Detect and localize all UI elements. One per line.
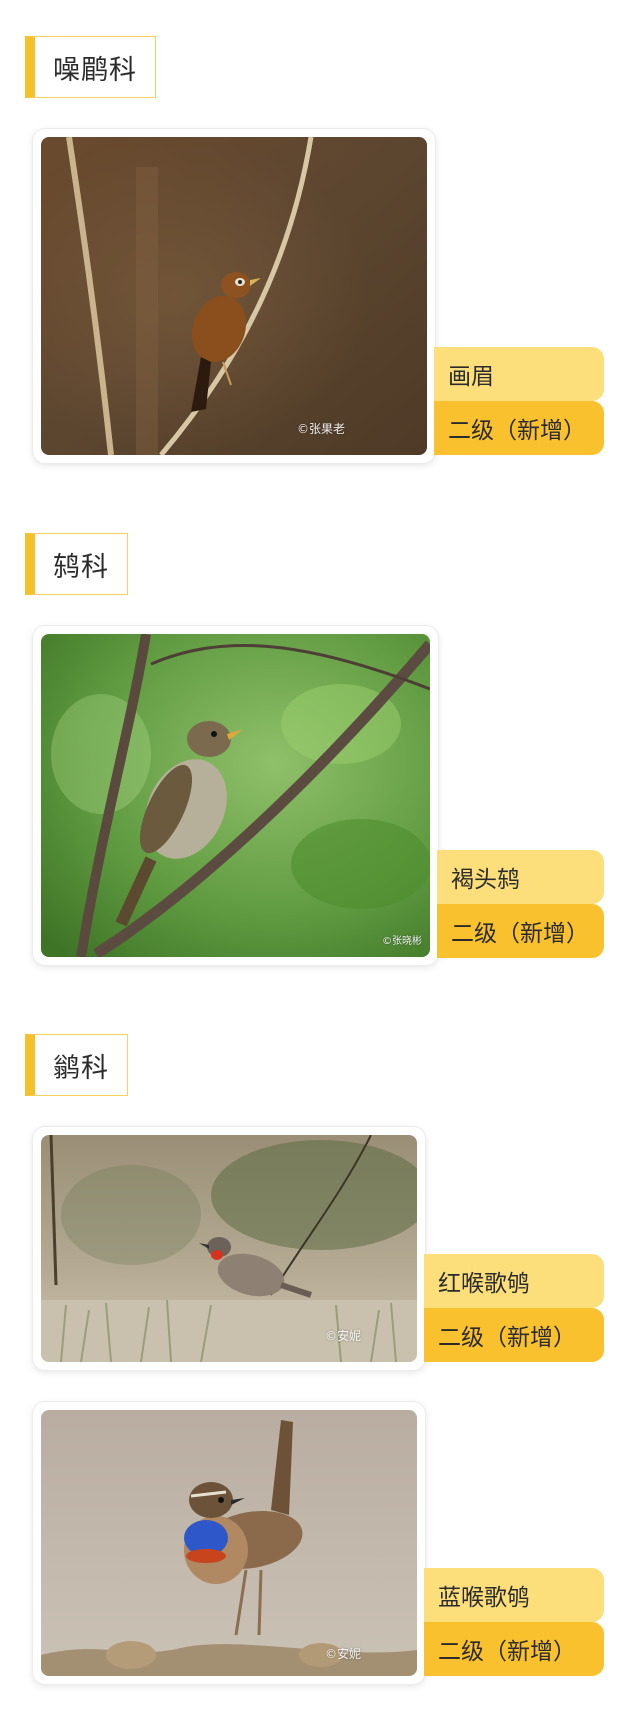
- protection-level: 二级（新增）: [438, 1325, 576, 1351]
- photo-credit: ©张果老: [296, 422, 345, 436]
- family-title: 噪鹛科: [53, 54, 137, 86]
- bird-photo-card[interactable]: ©张果老: [33, 129, 435, 463]
- bird-photo: ©安妮: [41, 1410, 417, 1676]
- bird-photo-card[interactable]: ©安妮: [33, 1127, 425, 1370]
- bird-photo: ©安妮: [41, 1135, 417, 1362]
- protection-level: 二级（新增）: [451, 921, 589, 947]
- family-title: 鸫科: [53, 551, 109, 583]
- bird-name-tag: 褐头鸫: [437, 850, 604, 904]
- protection-level-tag: 二级（新增）: [424, 1622, 604, 1676]
- family-header: 鸫科: [25, 533, 128, 595]
- bird-name-tag: 画眉: [434, 347, 604, 401]
- photo-credit: ©安妮: [324, 1329, 361, 1343]
- protection-level-tag: 二级（新增）: [434, 401, 604, 455]
- bird-name-tag: 蓝喉歌鸲: [424, 1568, 604, 1622]
- family-header: 噪鹛科: [25, 36, 156, 98]
- bird-name: 红喉歌鸲: [438, 1271, 530, 1297]
- bird-photo-card[interactable]: ©安妮: [33, 1402, 425, 1684]
- protection-level-tag: 二级（新增）: [437, 904, 604, 958]
- bird-name: 褐头鸫: [451, 867, 520, 893]
- photo-credit: ©安妮: [324, 1647, 361, 1661]
- bird-name-tag: 红喉歌鸲: [424, 1254, 604, 1308]
- bird-name: 画眉: [448, 364, 494, 390]
- protection-level-tag: 二级（新增）: [424, 1308, 604, 1362]
- family-header: 鹟科: [25, 1034, 128, 1096]
- protection-level: 二级（新增）: [448, 418, 586, 444]
- bird-name: 蓝喉歌鸲: [438, 1585, 530, 1611]
- protection-level: 二级（新增）: [438, 1639, 576, 1665]
- bird-photo: ©张果老: [41, 137, 427, 455]
- bird-photo: ©张晓彬: [41, 634, 430, 957]
- photo-credit: ©张晓彬: [382, 936, 422, 947]
- bird-photo-card[interactable]: ©张晓彬: [33, 626, 438, 965]
- family-title: 鹟科: [53, 1052, 109, 1084]
